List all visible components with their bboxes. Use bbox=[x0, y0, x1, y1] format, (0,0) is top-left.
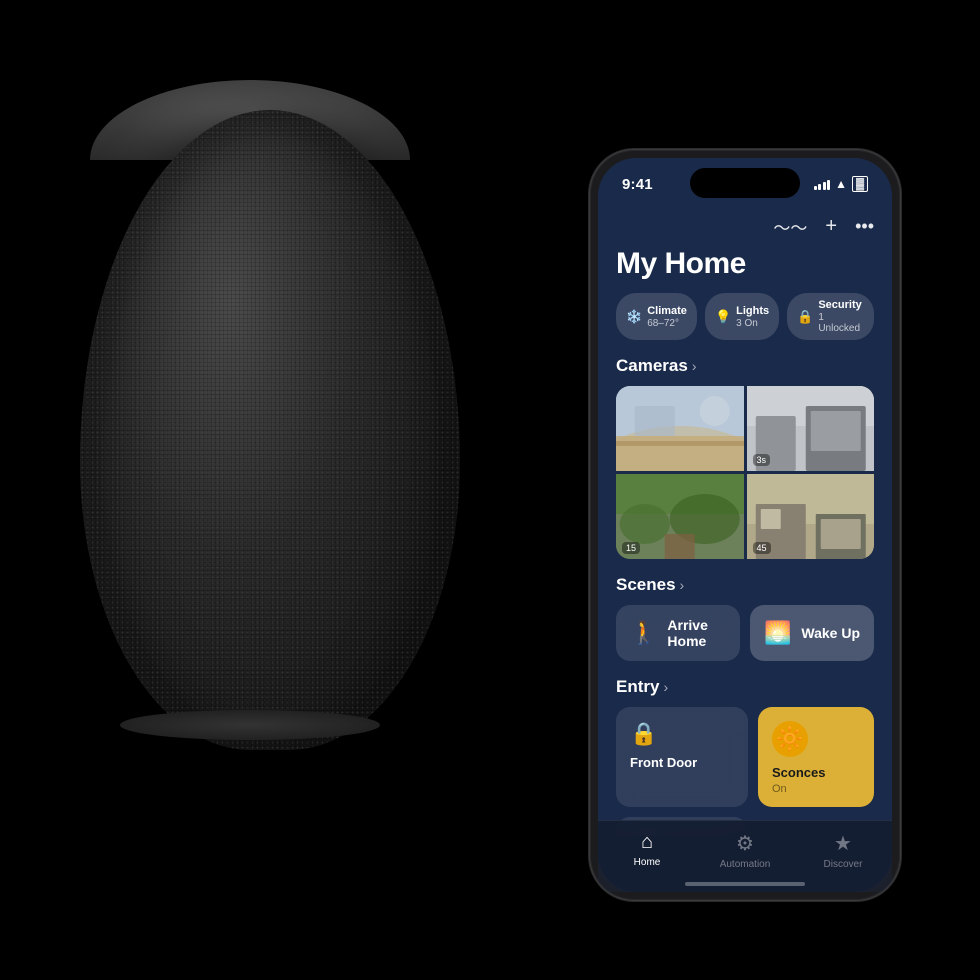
iphone-frame: 9:41 ▲ ▓ 〜〜 + ••• bbox=[590, 150, 900, 900]
home-nav-label: Home bbox=[634, 857, 661, 868]
climate-value: 68–72° bbox=[647, 318, 687, 329]
discover-nav-icon: ★ bbox=[834, 831, 852, 856]
cam3-timestamp: 15 bbox=[622, 542, 640, 554]
nav-discover[interactable]: ★ Discover bbox=[813, 831, 873, 870]
dynamic-island bbox=[690, 168, 800, 198]
lights-icon: 💡 bbox=[715, 309, 731, 325]
climate-chip[interactable]: ❄️ Climate 68–72° bbox=[616, 293, 697, 340]
nav-home[interactable]: ⌂ Home bbox=[617, 831, 677, 868]
automation-nav-label: Automation bbox=[720, 859, 771, 870]
app-content: 〜〜 + ••• My Home ❄️ Climate 68–72° bbox=[598, 202, 892, 836]
arrive-home-button[interactable]: 🚶 Arrive Home bbox=[616, 605, 740, 661]
security-chip[interactable]: 🔒 Security 1 Unlocked bbox=[787, 293, 874, 340]
security-icon: 🔒 bbox=[797, 309, 813, 325]
camera-cell-4[interactable]: 45 bbox=[747, 474, 875, 559]
signal-bars-icon bbox=[814, 178, 831, 190]
camera-cell-1[interactable] bbox=[616, 386, 744, 471]
automation-nav-icon: ⚙ bbox=[736, 831, 754, 856]
bar1 bbox=[814, 186, 817, 190]
scenes-row: 🚶 Arrive Home 🌅 Wake Up bbox=[616, 605, 874, 661]
mesh-overlay bbox=[80, 110, 460, 750]
climate-icon: ❄️ bbox=[626, 309, 642, 325]
home-indicator bbox=[685, 882, 805, 886]
home-nav-icon: ⌂ bbox=[641, 831, 653, 854]
wifi-icon: ▲ bbox=[835, 177, 847, 191]
battery-icon: ▓ bbox=[852, 176, 868, 192]
camera-cell-2[interactable]: 3s bbox=[747, 386, 875, 471]
security-label: Security bbox=[818, 299, 864, 312]
app-header: 〜〜 + ••• bbox=[616, 210, 874, 239]
status-icons: ▲ ▓ bbox=[814, 176, 868, 192]
camera-feed-3: 15 bbox=[616, 474, 744, 559]
cam4-timestamp: 45 bbox=[753, 542, 771, 554]
nav-automation[interactable]: ⚙ Automation bbox=[715, 831, 775, 870]
iphone: 9:41 ▲ ▓ 〜〜 + ••• bbox=[590, 150, 900, 900]
more-icon[interactable]: ••• bbox=[855, 216, 874, 237]
iphone-screen: 9:41 ▲ ▓ 〜〜 + ••• bbox=[598, 158, 892, 892]
bar4 bbox=[827, 180, 830, 190]
arrive-home-icon: 🚶 bbox=[630, 620, 657, 646]
status-chips: ❄️ Climate 68–72° 💡 Lights 3 On bbox=[616, 293, 874, 340]
front-door-label: Front Door bbox=[630, 755, 734, 771]
front-door-icon: 🔒 bbox=[630, 721, 734, 747]
bar3 bbox=[823, 182, 826, 190]
scenes-title: Scenes bbox=[616, 575, 676, 595]
homepod-body-outer bbox=[60, 80, 480, 780]
arrive-home-label: Arrive Home bbox=[667, 617, 726, 649]
camera-grid: 3s 15 bbox=[616, 386, 874, 559]
sconces-label: Sconces bbox=[772, 765, 860, 781]
security-info: Security 1 Unlocked bbox=[818, 299, 864, 334]
camera-cell-3[interactable]: 15 bbox=[616, 474, 744, 559]
scenes-chevron-icon: › bbox=[680, 577, 685, 593]
lights-info: Lights 3 On bbox=[736, 305, 769, 329]
camera-feed-4: 45 bbox=[747, 474, 875, 559]
entry-section-header[interactable]: Entry › bbox=[616, 677, 874, 697]
camera-feed-2: 3s bbox=[747, 386, 875, 471]
lights-label: Lights bbox=[736, 305, 769, 318]
cam1-svg bbox=[616, 386, 744, 471]
entry-grid: 🔒 Front Door 🔆 Sconces On 💡 Overhead bbox=[616, 707, 874, 836]
entry-title: Entry bbox=[616, 677, 659, 697]
siri-waveform-icon[interactable]: 〜〜 bbox=[773, 214, 807, 239]
sconces-card[interactable]: 🔆 Sconces On bbox=[758, 707, 874, 807]
wake-up-button[interactable]: 🌅 Wake Up bbox=[750, 605, 874, 661]
climate-label: Climate bbox=[647, 305, 687, 318]
wake-up-label: Wake Up bbox=[801, 625, 860, 641]
camera-feed-1 bbox=[616, 386, 744, 471]
front-door-card[interactable]: 🔒 Front Door bbox=[616, 707, 748, 807]
lights-value: 3 On bbox=[736, 318, 769, 329]
bar2 bbox=[818, 184, 821, 190]
lights-chip[interactable]: 💡 Lights 3 On bbox=[705, 293, 779, 340]
entry-chevron-icon: › bbox=[663, 679, 668, 695]
cameras-title: Cameras bbox=[616, 356, 688, 376]
status-time: 9:41 bbox=[622, 176, 653, 193]
security-value: 1 Unlocked bbox=[818, 312, 864, 334]
page-title: My Home bbox=[616, 247, 874, 281]
homepod-mesh-body bbox=[80, 110, 460, 750]
sconces-icon: 🔆 bbox=[772, 721, 808, 757]
cam2-timestamp: 3s bbox=[753, 454, 771, 466]
wake-up-icon: 🌅 bbox=[764, 620, 791, 646]
homepod-base bbox=[120, 710, 380, 740]
discover-nav-label: Discover bbox=[824, 859, 863, 870]
homepod bbox=[60, 80, 540, 860]
add-icon[interactable]: + bbox=[825, 215, 837, 238]
scenes-section-header[interactable]: Scenes › bbox=[616, 575, 874, 595]
cameras-section-header[interactable]: Cameras › bbox=[616, 356, 874, 376]
sconces-status: On bbox=[772, 783, 860, 795]
cameras-chevron-icon: › bbox=[692, 358, 697, 374]
climate-info: Climate 68–72° bbox=[647, 305, 687, 329]
